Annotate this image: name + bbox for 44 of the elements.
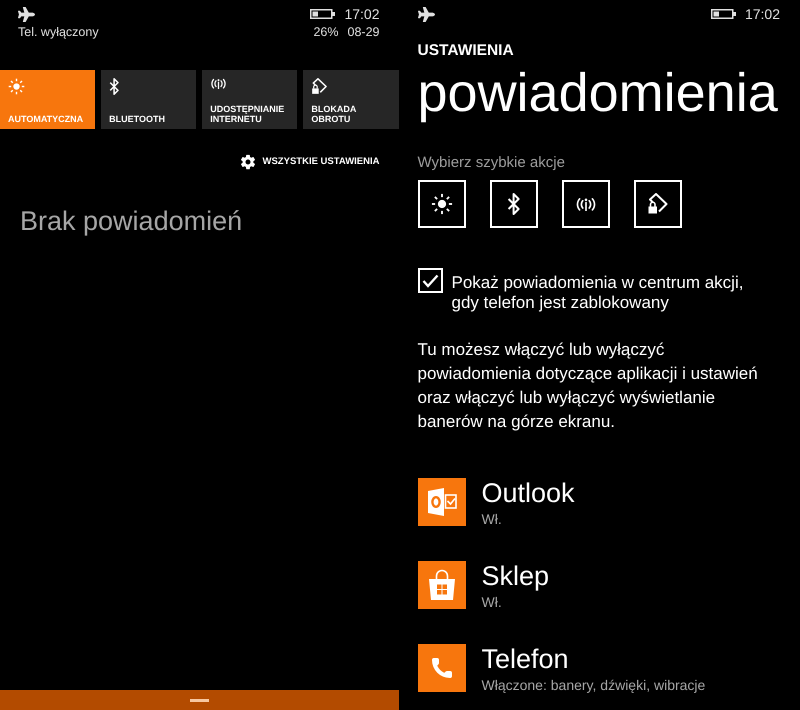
phone-status: Tel. wyłączony — [18, 24, 99, 40]
bluetooth-icon — [109, 78, 120, 95]
battery-percent: 26% — [313, 24, 339, 40]
battery-icon — [710, 9, 736, 19]
bluetooth-icon — [506, 193, 520, 215]
settings-icon — [240, 154, 256, 170]
broadcast-icon — [210, 78, 228, 90]
app-name[interactable]: Sklep — [482, 561, 550, 591]
app-name[interactable]: Outlook — [482, 478, 575, 508]
checkmark-icon — [422, 274, 438, 288]
quick-action-slot[interactable] — [634, 180, 682, 228]
quick-action-tile[interactable]: BLOKADA OBROTU — [303, 70, 398, 129]
clock-time: 17:02 — [344, 6, 380, 22]
clock-time: 17:02 — [744, 6, 780, 22]
sun-icon — [8, 78, 25, 95]
app-name[interactable]: Telefon — [482, 644, 569, 674]
description-text: Tu możesz włączyć lub wyłączyć powiadomienia dotyczące aplikacji i ustawień oraz włączyć lub wyłączyć wyświetlanie banerów na górze ekranu. — [418, 339, 758, 433]
quick-actions-label: Wybierz szybkie akcje — [418, 153, 565, 173]
app-status: Wł. — [482, 594, 502, 610]
airplane-icon — [418, 6, 434, 22]
airplane-icon — [18, 6, 35, 22]
section-label: USTAWIENIA — [418, 42, 514, 60]
quick-action-slot[interactable] — [562, 180, 610, 228]
quick-action-slot[interactable] — [490, 180, 538, 228]
broadcast-icon — [574, 196, 596, 212]
empty-message: Brak powiadomień — [20, 205, 244, 237]
page-title: powiadomienia — [418, 63, 778, 123]
sun-icon — [430, 193, 452, 215]
checkbox-label: Pokaż powiadomienia w centrum akcji, gdy telefon jest zablokowany — [452, 273, 744, 313]
quick-action-tile[interactable]: BLUETOOTH — [101, 70, 196, 129]
quick-action-tile[interactable]: UDOSTĘPNIANIE INTERNETU — [202, 70, 298, 129]
battery-icon — [310, 9, 336, 19]
phone-icon — [418, 644, 466, 692]
mail-icon — [418, 478, 466, 526]
screen-lock-icon — [311, 78, 328, 95]
checkbox[interactable] — [418, 268, 442, 293]
quick-action-slot[interactable] — [418, 180, 466, 228]
all-settings-link[interactable]: WSZYSTKIE USTAWIENIA — [240, 153, 380, 171]
screen-lock-icon — [646, 193, 668, 215]
shopping-bag-icon — [418, 561, 466, 609]
date-text: 08-29 — [348, 24, 380, 40]
app-status: Wł. — [482, 511, 502, 527]
drag-handle[interactable] — [190, 699, 209, 702]
app-status: Włączone: banery, dźwięki, wibracje — [482, 677, 706, 693]
